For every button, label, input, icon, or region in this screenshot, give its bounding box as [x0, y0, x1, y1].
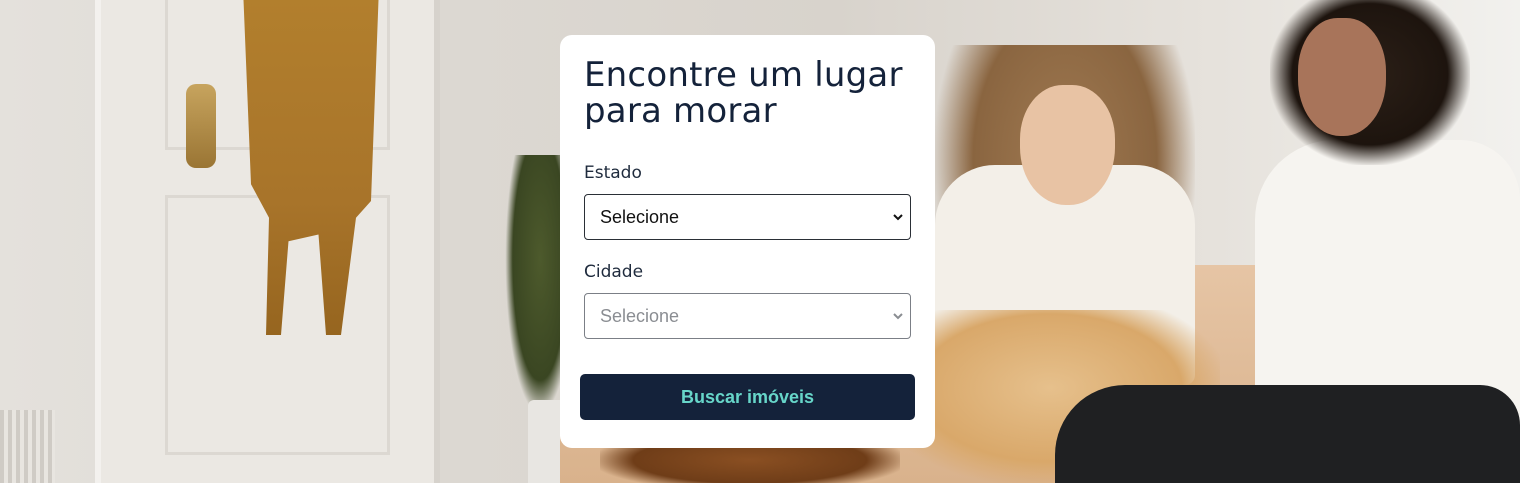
- search-title: Encontre um lugar para morar: [584, 55, 903, 131]
- background-door-knob: [186, 84, 216, 168]
- state-select-value: Selecione: [600, 206, 680, 227]
- background-jeans: [1055, 385, 1520, 483]
- city-select-value: Selecione: [600, 305, 680, 326]
- chevron-down-icon: [892, 310, 904, 322]
- chevron-down-icon: [892, 211, 904, 223]
- hero-section: Encontre um lugar para morar Estado Sele…: [0, 0, 1520, 483]
- city-select[interactable]: Selecione: [584, 293, 911, 339]
- search-card: Encontre um lugar para morar Estado Sele…: [560, 35, 935, 448]
- search-properties-button[interactable]: Buscar imóveis: [580, 374, 915, 420]
- background-person-face: [1298, 18, 1386, 136]
- state-select[interactable]: Selecione: [584, 194, 911, 240]
- state-label: Estado: [584, 163, 642, 183]
- background-vent: [0, 410, 55, 483]
- city-label: Cidade: [584, 262, 644, 282]
- background-person-face: [1020, 85, 1115, 205]
